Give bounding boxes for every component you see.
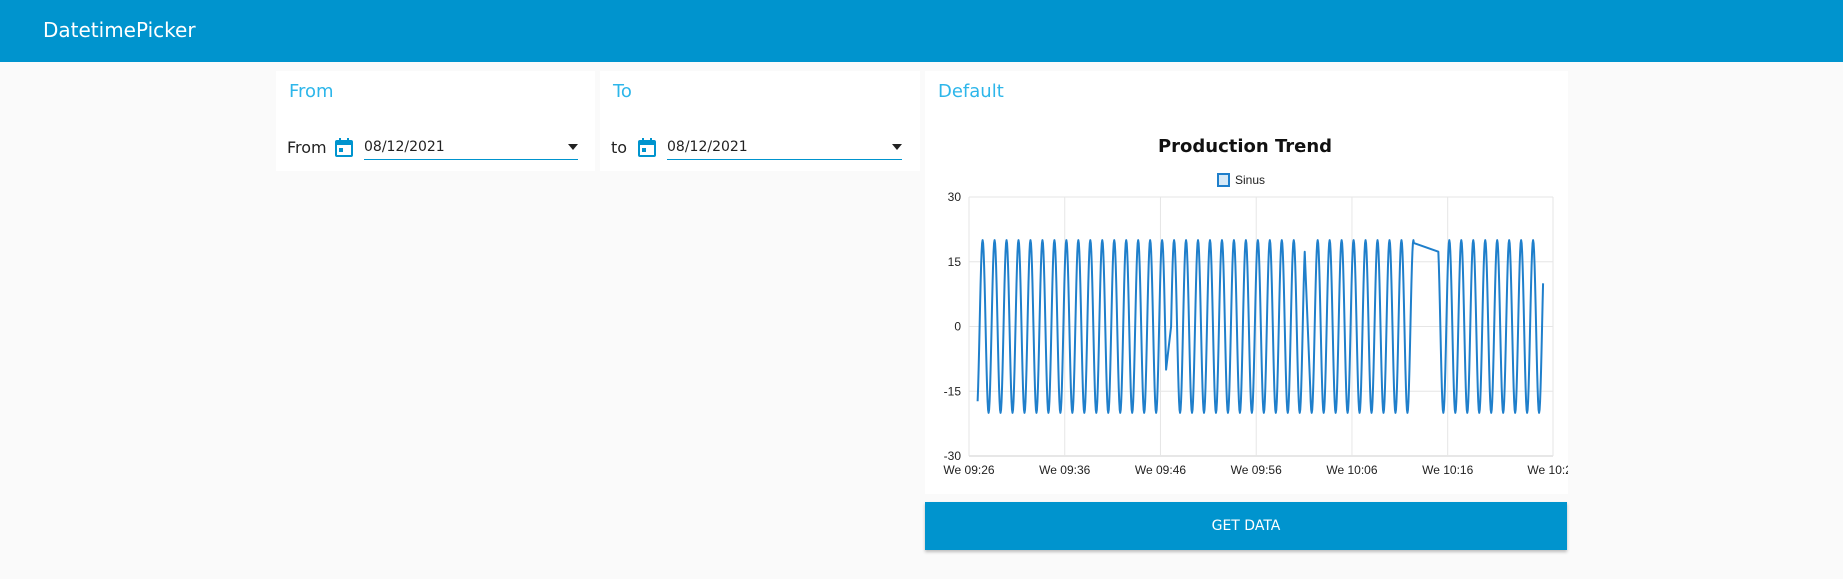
x-axis: We 09:26 We 09:36 We 09:46 We 09:56 We 10:06…: [943, 463, 1568, 477]
to-group-title: To: [613, 81, 632, 102]
y-tick-label: -30: [944, 449, 962, 463]
x-tick-label: We 09:36: [1039, 463, 1090, 477]
app-title: DatetimePicker: [43, 18, 196, 42]
y-tick-label: -15: [944, 384, 962, 398]
y-tick-label: 15: [948, 255, 962, 269]
from-date-field[interactable]: 08/12/2021: [364, 134, 578, 160]
from-date-value: 08/12/2021: [364, 139, 445, 155]
legend-swatch: [1217, 173, 1230, 187]
from-label: From: [287, 138, 327, 157]
from-group-title: From: [289, 81, 334, 102]
default-group-card: Default Production Trend Sinus 30 15 0 -15-…: [925, 71, 1568, 494]
x-tick-label: We 09:56: [1231, 463, 1282, 477]
x-tick-label: We 10:27: [1527, 463, 1568, 477]
y-tick-label: 0: [954, 320, 961, 334]
series-line-sinus: [976, 239, 1545, 414]
legend-label-sinus: Sinus: [1235, 173, 1265, 187]
to-date-field[interactable]: 08/12/2021: [667, 134, 902, 160]
chart-legend[interactable]: Sinus: [1217, 173, 1265, 187]
app-header: DatetimePicker: [0, 0, 1843, 62]
plot-area: [976, 239, 1545, 414]
production-trend-chart: Production Trend Sinus 30 15 0 -15 -30 We 09…: [943, 136, 1568, 477]
x-tick-label: We 10:06: [1326, 463, 1377, 477]
to-label: to: [611, 138, 628, 157]
chevron-down-icon[interactable]: [568, 144, 578, 150]
x-tick-label: We 09:26: [943, 463, 994, 477]
get-data-button[interactable]: GET DATA: [925, 502, 1567, 550]
y-axis: 30 15 0 -15 -30: [944, 190, 962, 463]
chevron-down-icon[interactable]: [892, 144, 902, 150]
x-tick-label: We 10:16: [1422, 463, 1473, 477]
y-tick-label: 30: [948, 190, 962, 204]
to-date-value: 08/12/2021: [667, 139, 748, 155]
calendar-icon[interactable]: [637, 138, 657, 158]
from-group-card: From From 08/12/2021: [276, 71, 595, 171]
x-tick-label: We 09:46: [1135, 463, 1186, 477]
chart-title: Production Trend: [1158, 136, 1332, 157]
calendar-icon[interactable]: [334, 138, 354, 158]
to-group-card: To to 08/12/2021: [600, 71, 920, 171]
